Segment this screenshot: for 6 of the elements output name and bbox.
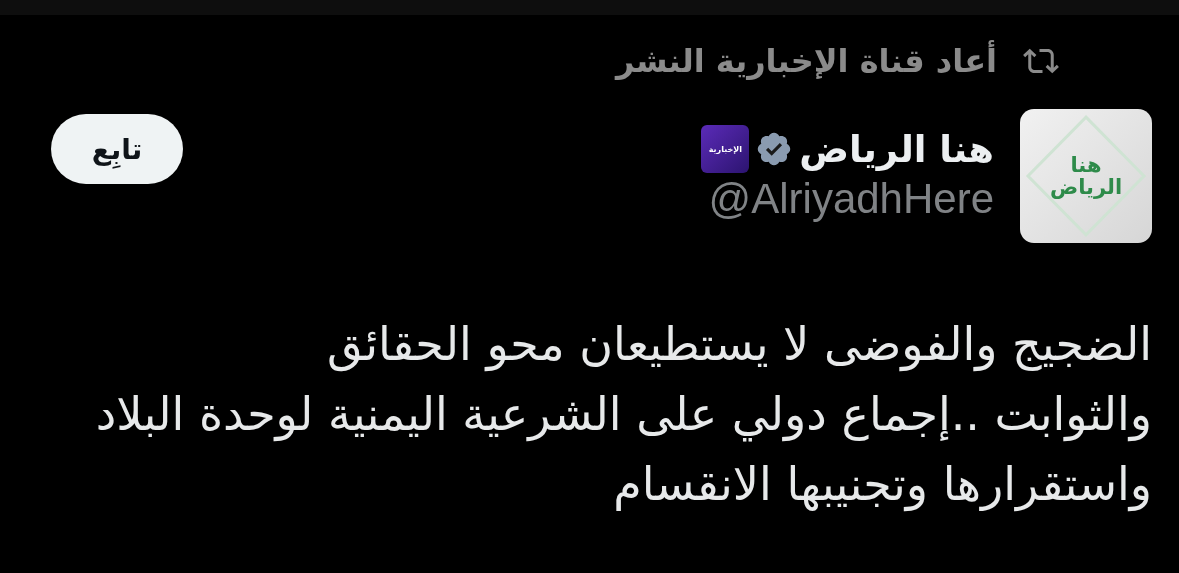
account-handle[interactable]: @AlriyadhHere — [708, 175, 994, 223]
account-name[interactable]: هنا الرياض — [799, 127, 994, 171]
repost-label[interactable]: أعاد قناة الإخبارية النشر — [616, 42, 997, 80]
tweet-text: الضجيج والفوضى لا يستطيعان محو الحقائق والثوابت ..إجماع دولي على الشرعية اليمنية لوحدة البلاد واستقرارها وتجنيبها الانقسام — [94, 316, 1152, 514]
follow-button[interactable]: تابِع — [51, 114, 183, 184]
affiliate-badge[interactable]: الإخبارية — [701, 125, 750, 173]
